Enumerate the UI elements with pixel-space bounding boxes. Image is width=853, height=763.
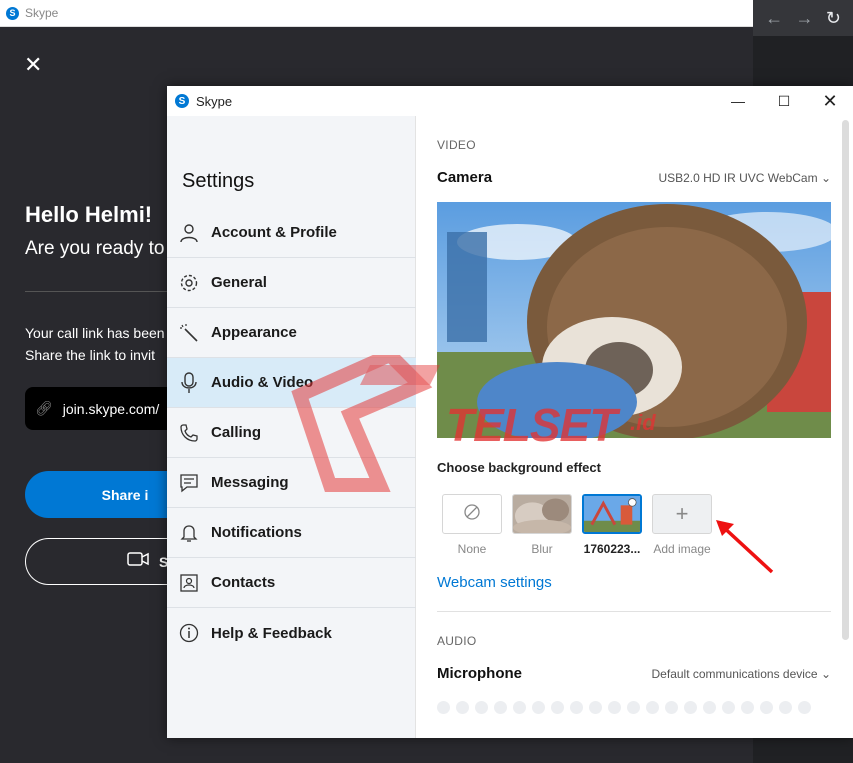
effect-none-label: None: [457, 542, 487, 556]
microphone-label: Microphone: [437, 665, 522, 682]
background-window-titlebar: S Skype: [0, 0, 753, 27]
sidebar-item-label: Contacts: [211, 574, 276, 591]
sidebar-item-label: Notifications: [211, 524, 302, 541]
greeting-heading: Hello Helmi!: [25, 202, 153, 227]
sidebar-item-account-profile[interactable]: Account & Profile: [167, 208, 416, 258]
call-link-value: join.skype.com/: [62, 400, 160, 417]
microphone-value: Default communications device: [651, 667, 818, 681]
sidebar-item-messaging[interactable]: Messaging: [167, 458, 416, 508]
contact-card-icon: [179, 572, 199, 594]
bell-icon: [179, 522, 199, 544]
sidebar-item-label: Appearance: [211, 324, 297, 341]
custom-image-preview: [584, 496, 640, 532]
microphone-select[interactable]: Default communications device ⌄: [652, 667, 831, 681]
microphone-icon: [179, 371, 199, 394]
no-effect-icon: [463, 503, 481, 526]
sidebar-item-calling[interactable]: Calling: [167, 408, 416, 458]
magic-wand-icon: [179, 322, 199, 344]
back-arrow-icon[interactable]: ←: [765, 8, 783, 29]
dialog-title: Skype: [196, 93, 233, 109]
sidebar-item-appearance[interactable]: Appearance: [167, 308, 416, 358]
webcam-settings-link[interactable]: Webcam settings: [437, 574, 552, 591]
divider: [25, 291, 170, 292]
sidebar-item-label: Audio & Video: [211, 374, 314, 391]
camera-select[interactable]: USB2.0 HD IR UVC WebCam ⌄: [658, 171, 831, 185]
reload-icon[interactable]: ↻: [826, 8, 841, 29]
camera-value: USB2.0 HD IR UVC WebCam: [658, 171, 818, 185]
effect-none-tile[interactable]: [442, 494, 502, 534]
person-icon: [179, 222, 199, 244]
content-scrollbar[interactable]: [842, 120, 849, 640]
camera-label: Camera: [437, 169, 493, 186]
share-invite-button[interactable]: Share i: [25, 471, 175, 518]
sidebar-item-label: Messaging: [211, 474, 289, 491]
effect-custom-image-label: 1760223...: [583, 542, 641, 556]
sidebar-item-general[interactable]: General: [167, 258, 416, 308]
call-link-text: Your call link has been: [25, 325, 165, 341]
settings-heading: Settings: [182, 170, 255, 192]
gear-icon: [179, 272, 199, 294]
settings-sidebar: Settings Account & Profile General Appea…: [167, 116, 416, 738]
forward-arrow-icon[interactable]: →: [795, 8, 813, 29]
video-camera-icon: [127, 551, 149, 572]
plus-icon: +: [675, 501, 689, 526]
chevron-down-icon: ⌄: [820, 171, 831, 185]
sidebar-item-contacts[interactable]: Contacts: [167, 558, 416, 608]
effect-blur-tile[interactable]: [512, 494, 572, 534]
audio-section-label: AUDIO: [437, 634, 477, 648]
sidebar-item-label: Calling: [211, 424, 262, 441]
add-image-label: Add image: [653, 542, 711, 556]
effect-blur-label: Blur: [531, 542, 553, 556]
sidebar-item-label: Help & Feedback: [211, 624, 332, 642]
sidebar-item-notifications[interactable]: Notifications: [167, 508, 416, 558]
video-section-label: VIDEO: [437, 138, 476, 152]
skype-logo-icon: S: [175, 94, 189, 108]
background-effect-label: Choose background effect: [437, 460, 601, 475]
watermark-text: TELSET: [446, 399, 617, 451]
maximize-button[interactable]: ☐: [761, 86, 807, 116]
watermark-suffix: .id: [630, 410, 656, 435]
sidebar-item-label: General: [211, 274, 267, 291]
start-call-button[interactable]: St: [25, 538, 175, 585]
microphone-level-meter: [437, 701, 811, 714]
sidebar-item-help-feedback[interactable]: Help & Feedback: [167, 608, 416, 658]
background-window-title: Skype: [25, 6, 59, 20]
sidebar-item-audio-video[interactable]: Audio & Video: [167, 358, 416, 408]
browser-toolbar: ← → ↻: [753, 0, 853, 36]
blur-preview-image: [513, 495, 571, 533]
info-icon: [179, 622, 199, 644]
close-button[interactable]: ✕: [807, 86, 853, 116]
greeting-subheading: Are you ready to: [25, 238, 165, 259]
skype-logo-icon: S: [6, 6, 19, 20]
chevron-down-icon: ⌄: [820, 667, 831, 681]
divider: [437, 611, 831, 612]
effect-custom-image-tile[interactable]: [582, 494, 642, 534]
close-icon[interactable]: ✕: [24, 54, 46, 76]
minimize-button[interactable]: —: [715, 86, 761, 116]
sidebar-item-label: Account & Profile: [211, 224, 337, 241]
phone-icon: [179, 422, 199, 444]
annotation-arrow-icon: [716, 520, 774, 574]
link-icon: 🔗︎: [35, 400, 53, 416]
chat-icon: [179, 472, 199, 494]
call-link-box[interactable]: 🔗︎ join.skype.com/: [25, 387, 175, 430]
add-image-button[interactable]: +: [652, 494, 712, 534]
share-link-text: Share the link to invit: [25, 347, 155, 363]
